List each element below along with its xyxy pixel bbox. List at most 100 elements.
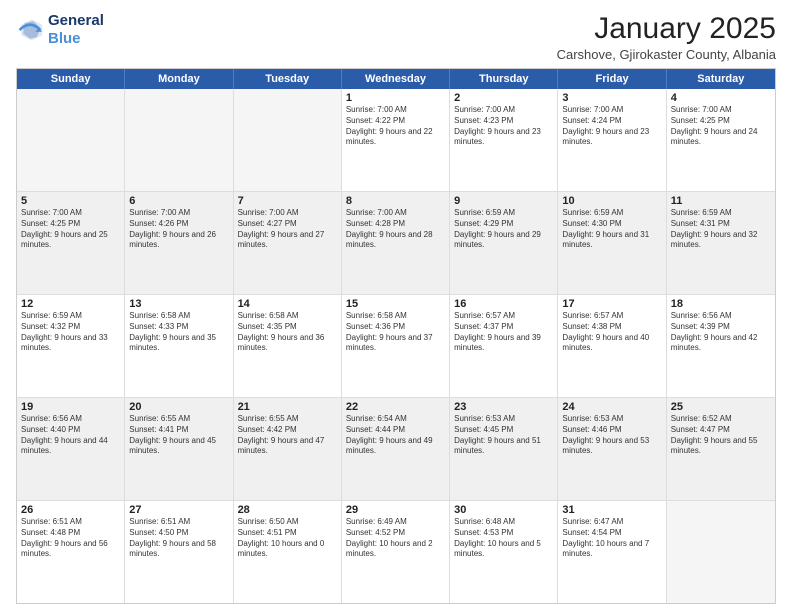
cell-info: Sunrise: 6:47 AM Sunset: 4:54 PM Dayligh…	[562, 517, 661, 560]
day-number: 31	[562, 504, 661, 516]
day-number: 11	[671, 195, 771, 207]
logo-text: General Blue	[48, 12, 104, 48]
cell-info: Sunrise: 6:57 AM Sunset: 4:37 PM Dayligh…	[454, 311, 553, 354]
day-number: 4	[671, 92, 771, 104]
day-number: 15	[346, 298, 445, 310]
calendar-cell: 5Sunrise: 7:00 AM Sunset: 4:25 PM Daylig…	[17, 192, 125, 294]
calendar-cell: 29Sunrise: 6:49 AM Sunset: 4:52 PM Dayli…	[342, 501, 450, 603]
calendar-cell: 14Sunrise: 6:58 AM Sunset: 4:35 PM Dayli…	[234, 295, 342, 397]
calendar-cell	[234, 89, 342, 191]
calendar-cell: 3Sunrise: 7:00 AM Sunset: 4:24 PM Daylig…	[558, 89, 666, 191]
day-number: 18	[671, 298, 771, 310]
day-number: 5	[21, 195, 120, 207]
weekday-header: Wednesday	[342, 69, 450, 89]
calendar-cell: 11Sunrise: 6:59 AM Sunset: 4:31 PM Dayli…	[667, 192, 775, 294]
calendar-cell: 20Sunrise: 6:55 AM Sunset: 4:41 PM Dayli…	[125, 398, 233, 500]
calendar-cell: 27Sunrise: 6:51 AM Sunset: 4:50 PM Dayli…	[125, 501, 233, 603]
calendar-cell: 26Sunrise: 6:51 AM Sunset: 4:48 PM Dayli…	[17, 501, 125, 603]
calendar-row: 26Sunrise: 6:51 AM Sunset: 4:48 PM Dayli…	[17, 501, 775, 603]
day-number: 22	[346, 401, 445, 413]
calendar-cell: 31Sunrise: 6:47 AM Sunset: 4:54 PM Dayli…	[558, 501, 666, 603]
cell-info: Sunrise: 6:51 AM Sunset: 4:48 PM Dayligh…	[21, 517, 120, 560]
calendar-cell: 21Sunrise: 6:55 AM Sunset: 4:42 PM Dayli…	[234, 398, 342, 500]
logo-line1: General	[48, 12, 104, 30]
calendar-cell: 28Sunrise: 6:50 AM Sunset: 4:51 PM Dayli…	[234, 501, 342, 603]
calendar-cell: 6Sunrise: 7:00 AM Sunset: 4:26 PM Daylig…	[125, 192, 233, 294]
calendar: SundayMondayTuesdayWednesdayThursdayFrid…	[16, 68, 776, 604]
calendar-cell: 8Sunrise: 7:00 AM Sunset: 4:28 PM Daylig…	[342, 192, 450, 294]
cell-info: Sunrise: 6:53 AM Sunset: 4:45 PM Dayligh…	[454, 414, 553, 457]
calendar-row: 1Sunrise: 7:00 AM Sunset: 4:22 PM Daylig…	[17, 89, 775, 192]
calendar-row: 5Sunrise: 7:00 AM Sunset: 4:25 PM Daylig…	[17, 192, 775, 295]
logo-icon	[16, 16, 44, 44]
cell-info: Sunrise: 7:00 AM Sunset: 4:22 PM Dayligh…	[346, 105, 445, 148]
calendar-cell	[17, 89, 125, 191]
cell-info: Sunrise: 6:54 AM Sunset: 4:44 PM Dayligh…	[346, 414, 445, 457]
cell-info: Sunrise: 6:58 AM Sunset: 4:35 PM Dayligh…	[238, 311, 337, 354]
day-number: 27	[129, 504, 228, 516]
day-number: 2	[454, 92, 553, 104]
page: General Blue January 2025 Carshove, Gjir…	[0, 0, 792, 612]
cell-info: Sunrise: 6:55 AM Sunset: 4:41 PM Dayligh…	[129, 414, 228, 457]
calendar-cell: 23Sunrise: 6:53 AM Sunset: 4:45 PM Dayli…	[450, 398, 558, 500]
day-number: 30	[454, 504, 553, 516]
calendar-row: 19Sunrise: 6:56 AM Sunset: 4:40 PM Dayli…	[17, 398, 775, 501]
day-number: 6	[129, 195, 228, 207]
day-number: 12	[21, 298, 120, 310]
cell-info: Sunrise: 6:48 AM Sunset: 4:53 PM Dayligh…	[454, 517, 553, 560]
weekday-header: Sunday	[17, 69, 125, 89]
day-number: 3	[562, 92, 661, 104]
calendar-cell: 7Sunrise: 7:00 AM Sunset: 4:27 PM Daylig…	[234, 192, 342, 294]
weekday-header: Saturday	[667, 69, 775, 89]
calendar-cell: 16Sunrise: 6:57 AM Sunset: 4:37 PM Dayli…	[450, 295, 558, 397]
cell-info: Sunrise: 7:00 AM Sunset: 4:26 PM Dayligh…	[129, 208, 228, 251]
calendar-cell: 10Sunrise: 6:59 AM Sunset: 4:30 PM Dayli…	[558, 192, 666, 294]
cell-info: Sunrise: 7:00 AM Sunset: 4:28 PM Dayligh…	[346, 208, 445, 251]
cell-info: Sunrise: 6:53 AM Sunset: 4:46 PM Dayligh…	[562, 414, 661, 457]
cell-info: Sunrise: 7:00 AM Sunset: 4:27 PM Dayligh…	[238, 208, 337, 251]
logo: General Blue	[16, 12, 104, 48]
day-number: 19	[21, 401, 120, 413]
day-number: 7	[238, 195, 337, 207]
calendar-row: 12Sunrise: 6:59 AM Sunset: 4:32 PM Dayli…	[17, 295, 775, 398]
calendar-cell: 4Sunrise: 7:00 AM Sunset: 4:25 PM Daylig…	[667, 89, 775, 191]
calendar-header: SundayMondayTuesdayWednesdayThursdayFrid…	[17, 69, 775, 89]
cell-info: Sunrise: 6:56 AM Sunset: 4:40 PM Dayligh…	[21, 414, 120, 457]
calendar-cell: 13Sunrise: 6:58 AM Sunset: 4:33 PM Dayli…	[125, 295, 233, 397]
weekday-header: Monday	[125, 69, 233, 89]
day-number: 23	[454, 401, 553, 413]
calendar-cell: 19Sunrise: 6:56 AM Sunset: 4:40 PM Dayli…	[17, 398, 125, 500]
cell-info: Sunrise: 6:59 AM Sunset: 4:32 PM Dayligh…	[21, 311, 120, 354]
weekday-header: Friday	[558, 69, 666, 89]
calendar-cell: 1Sunrise: 7:00 AM Sunset: 4:22 PM Daylig…	[342, 89, 450, 191]
cell-info: Sunrise: 6:50 AM Sunset: 4:51 PM Dayligh…	[238, 517, 337, 560]
day-number: 16	[454, 298, 553, 310]
day-number: 21	[238, 401, 337, 413]
cell-info: Sunrise: 6:52 AM Sunset: 4:47 PM Dayligh…	[671, 414, 771, 457]
cell-info: Sunrise: 7:00 AM Sunset: 4:25 PM Dayligh…	[671, 105, 771, 148]
calendar-cell	[667, 501, 775, 603]
cell-info: Sunrise: 6:58 AM Sunset: 4:33 PM Dayligh…	[129, 311, 228, 354]
cell-info: Sunrise: 6:59 AM Sunset: 4:31 PM Dayligh…	[671, 208, 771, 251]
cell-info: Sunrise: 7:00 AM Sunset: 4:24 PM Dayligh…	[562, 105, 661, 148]
calendar-cell: 12Sunrise: 6:59 AM Sunset: 4:32 PM Dayli…	[17, 295, 125, 397]
calendar-cell: 15Sunrise: 6:58 AM Sunset: 4:36 PM Dayli…	[342, 295, 450, 397]
calendar-cell: 24Sunrise: 6:53 AM Sunset: 4:46 PM Dayli…	[558, 398, 666, 500]
cell-info: Sunrise: 7:00 AM Sunset: 4:25 PM Dayligh…	[21, 208, 120, 251]
calendar-cell: 9Sunrise: 6:59 AM Sunset: 4:29 PM Daylig…	[450, 192, 558, 294]
calendar-cell	[125, 89, 233, 191]
day-number: 10	[562, 195, 661, 207]
calendar-cell: 25Sunrise: 6:52 AM Sunset: 4:47 PM Dayli…	[667, 398, 775, 500]
title-block: January 2025 Carshove, Gjirokaster Count…	[557, 12, 776, 62]
day-number: 8	[346, 195, 445, 207]
day-number: 29	[346, 504, 445, 516]
calendar-cell: 22Sunrise: 6:54 AM Sunset: 4:44 PM Dayli…	[342, 398, 450, 500]
day-number: 26	[21, 504, 120, 516]
day-number: 24	[562, 401, 661, 413]
cell-info: Sunrise: 6:59 AM Sunset: 4:30 PM Dayligh…	[562, 208, 661, 251]
day-number: 13	[129, 298, 228, 310]
day-number: 25	[671, 401, 771, 413]
day-number: 20	[129, 401, 228, 413]
calendar-cell: 2Sunrise: 7:00 AM Sunset: 4:23 PM Daylig…	[450, 89, 558, 191]
cell-info: Sunrise: 6:59 AM Sunset: 4:29 PM Dayligh…	[454, 208, 553, 251]
